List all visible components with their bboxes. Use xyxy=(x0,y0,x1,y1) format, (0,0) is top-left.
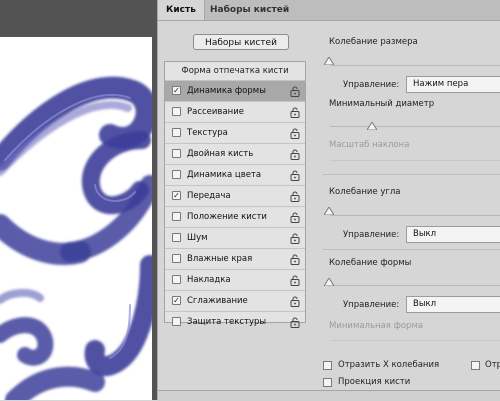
brush-option-label[interactable]: Динамика формы xyxy=(187,81,266,101)
brush-option-row[interactable]: ✓ Передача xyxy=(165,185,305,206)
lock-icon[interactable] xyxy=(289,316,301,328)
flip-y-jitter-label: Отр xyxy=(485,360,500,370)
min-roundness-slider-track xyxy=(330,340,500,341)
roundness-jitter-slider-track[interactable] xyxy=(330,285,500,286)
brush-option-checkbox[interactable] xyxy=(172,254,181,263)
brush-option-row[interactable]: Текстура xyxy=(165,122,305,143)
lock-icon[interactable] xyxy=(289,295,301,307)
lock-icon[interactable] xyxy=(289,274,301,286)
min-diameter-slider-track[interactable] xyxy=(330,126,500,127)
lock-icon[interactable] xyxy=(289,169,301,181)
brush-option-label[interactable]: Положение кисти xyxy=(187,207,267,227)
brush-option-label[interactable]: Двойная кисть xyxy=(187,144,253,164)
brush-stroke-preview xyxy=(0,76,152,400)
angle-jitter-slider-track[interactable] xyxy=(330,215,500,216)
size-jitter-slider-track[interactable] xyxy=(330,65,500,66)
brush-option-row[interactable]: Рассеивание xyxy=(165,101,305,122)
angle-jitter-label: Колебание угла xyxy=(329,187,401,197)
tilt-scale-slider-track xyxy=(330,160,500,161)
roundness-jitter-slider-handle[interactable] xyxy=(324,278,334,286)
brush-option-checkbox[interactable] xyxy=(172,317,181,326)
brush-option-label[interactable]: Динамика цвета xyxy=(187,165,261,185)
lock-icon[interactable] xyxy=(289,148,301,160)
lock-icon[interactable] xyxy=(289,127,301,139)
brush-options-list: Форма отпечатка кисти ✓ Динамика формы Рас… xyxy=(164,61,306,328)
brush-option-label[interactable]: Рассеивание xyxy=(187,102,244,122)
size-jitter-label: Колебание размера xyxy=(329,37,418,47)
brush-option-checkbox[interactable] xyxy=(172,212,181,221)
roundness-jitter-label: Колебание формы xyxy=(329,258,412,268)
brush-option-checkbox[interactable]: ✓ xyxy=(172,86,181,95)
min-diameter-label: Минимальный диаметр xyxy=(329,99,435,109)
tab-brush-presets[interactable]: Наборы кистей xyxy=(202,0,297,20)
panel-tabbar: Кисть Наборы кистей xyxy=(158,0,500,21)
min-diameter-slider-handle[interactable] xyxy=(367,122,377,130)
brush-tip-shape-item[interactable]: Форма отпечатка кисти xyxy=(165,62,305,80)
min-roundness-label: Минимальная форма xyxy=(329,321,424,331)
brush-option-checkbox[interactable]: ✓ xyxy=(172,296,181,305)
roundness-control-label: Управление: xyxy=(343,300,400,310)
brush-option-label[interactable]: Шум xyxy=(187,228,208,248)
tilt-scale-label: Масштаб наклона xyxy=(329,140,410,150)
lock-icon[interactable] xyxy=(289,85,301,97)
flip-x-jitter-label: Отразить X колебания xyxy=(338,360,440,370)
brush-option-row[interactable]: Положение кисти xyxy=(165,206,305,227)
brush-option-checkbox[interactable] xyxy=(172,275,181,284)
brush-option-row[interactable]: Защита текстуры xyxy=(165,311,305,332)
brush-option-row[interactable]: Шум xyxy=(165,227,305,248)
size-jitter-slider-handle[interactable] xyxy=(324,57,334,65)
brush-option-row[interactable]: Влажные края xyxy=(165,248,305,269)
brush-option-checkbox[interactable] xyxy=(172,149,181,158)
flip-y-jitter-checkbox[interactable] xyxy=(471,361,480,370)
brush-option-row[interactable]: Динамика цвета xyxy=(165,164,305,185)
brush-option-row[interactable]: Накладка xyxy=(165,269,305,290)
brush-option-checkbox[interactable] xyxy=(172,107,181,116)
divider xyxy=(323,174,500,175)
brush-option-label[interactable]: Влажные края xyxy=(187,249,252,269)
flip-x-jitter-checkbox[interactable] xyxy=(323,361,332,370)
brush-option-label[interactable]: Передача xyxy=(187,186,231,206)
lock-icon[interactable] xyxy=(289,190,301,202)
angle-jitter-slider-handle[interactable] xyxy=(324,207,334,215)
brush-option-label[interactable]: Защита текстуры xyxy=(187,312,266,332)
angle-control-dropdown[interactable]: Выкл xyxy=(406,226,500,243)
brush-option-checkbox[interactable]: ✓ xyxy=(172,191,181,200)
brush-option-row[interactable]: Двойная кисть xyxy=(165,143,305,164)
brush-option-checkbox[interactable] xyxy=(172,128,181,137)
divider xyxy=(323,249,500,250)
brush-option-checkbox[interactable] xyxy=(172,170,181,179)
brush-settings-panel: Кисть Наборы кистей Наборы кистей Форма … xyxy=(157,0,500,401)
lock-icon[interactable] xyxy=(289,232,301,244)
lock-icon[interactable] xyxy=(289,253,301,265)
brush-presets-button[interactable]: Наборы кистей xyxy=(193,34,289,50)
size-control-label: Управление: xyxy=(343,80,400,90)
lock-icon[interactable] xyxy=(289,211,301,223)
angle-control-label: Управление: xyxy=(343,230,400,240)
panel-bottom-bar xyxy=(158,390,500,401)
brush-projection-checkbox[interactable] xyxy=(323,378,332,387)
brush-projection-label: Проекция кисти xyxy=(338,377,411,387)
brush-option-label[interactable]: Накладка xyxy=(187,270,231,290)
lock-icon[interactable] xyxy=(289,106,301,118)
brush-option-checkbox[interactable] xyxy=(172,233,181,242)
brush-option-row[interactable]: ✓ Динамика формы xyxy=(165,80,305,101)
brush-option-label[interactable]: Сглаживание xyxy=(187,291,248,311)
tab-brush[interactable]: Кисть xyxy=(158,0,205,20)
size-control-dropdown[interactable]: Нажим пера xyxy=(406,76,500,93)
document-canvas-area xyxy=(0,0,157,400)
roundness-control-dropdown[interactable]: Выкл xyxy=(406,296,500,313)
document-canvas[interactable] xyxy=(0,37,152,400)
brush-option-label[interactable]: Текстура xyxy=(187,123,228,143)
brush-option-row[interactable]: ✓ Сглаживание xyxy=(165,290,305,311)
